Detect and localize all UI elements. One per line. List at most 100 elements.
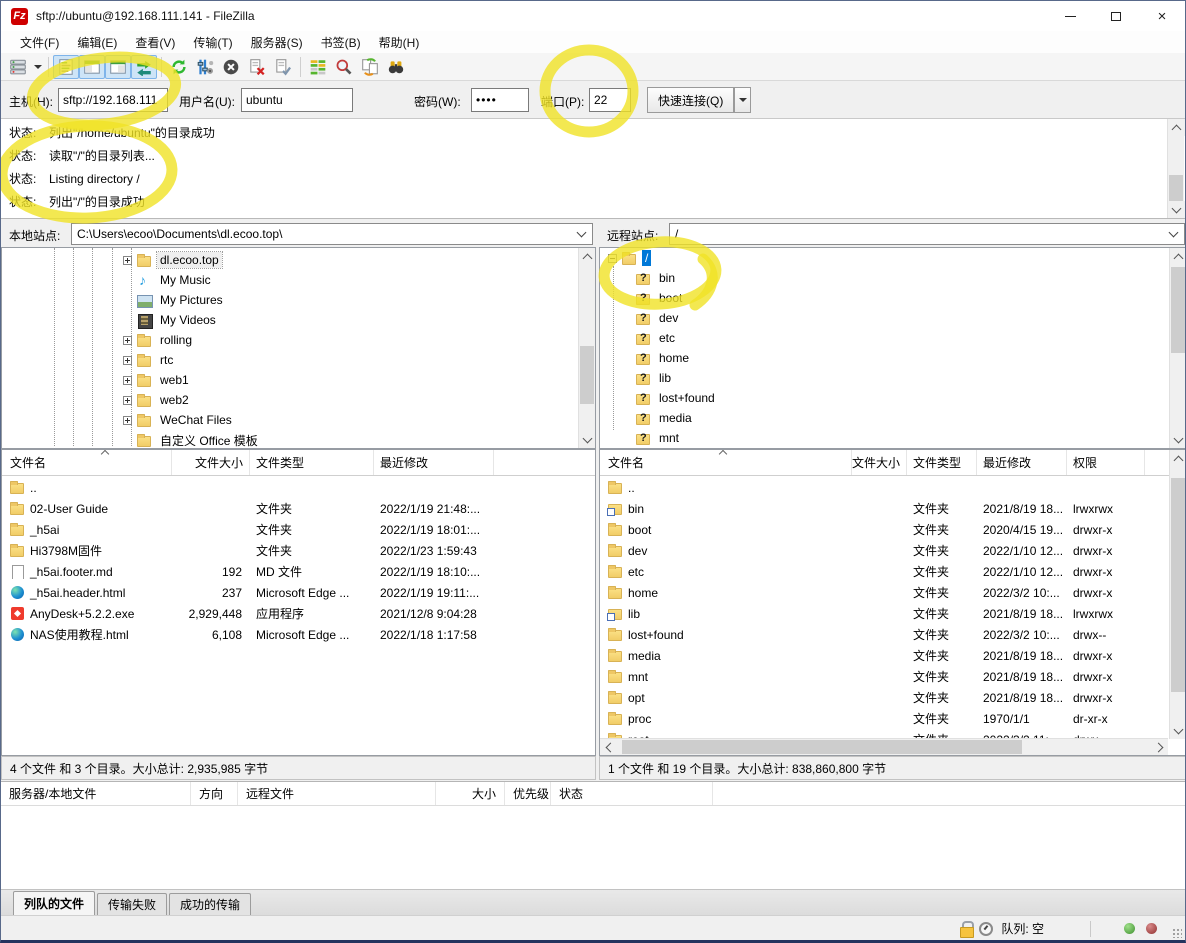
file-row[interactable]: AnyDesk+5.2.2.exe 2,929,448 应用程序 2021/12… [2,603,595,624]
resize-grip[interactable] [1172,928,1182,938]
local-tree-item[interactable]: My Videos [2,310,595,330]
maximize-button[interactable] [1093,1,1139,31]
remote-tree-item[interactable]: media [600,408,1186,428]
column-header-filetype[interactable]: 文件类型 [907,450,977,475]
file-row[interactable]: home 文件夹 2022/3/2 10:... drwxr-x [600,582,1186,603]
port-input[interactable] [589,88,631,112]
local-tree-item[interactable]: web1 [2,370,595,390]
quickconnect-dropdown[interactable] [734,87,751,113]
local-tree-item[interactable]: My Pictures [2,290,595,310]
remote-list-hscrollbar[interactable] [600,738,1168,755]
queue-column-local-file[interactable]: 服务器/本地文件 [1,782,191,805]
tree-expand-icon[interactable] [123,416,132,425]
file-row[interactable]: NAS使用教程.html 6,108 Microsoft Edge ... 20… [2,624,595,645]
menu-item[interactable]: 查看(V) [126,32,184,53]
remote-list-vscrollbar[interactable] [1169,450,1186,739]
file-row[interactable]: _h5ai 文件夹 2022/1/19 18:01:... [2,519,595,540]
column-header-permissions[interactable]: 权限 [1067,450,1145,475]
file-row[interactable]: boot 文件夹 2020/4/15 19... drwxr-x [600,519,1186,540]
file-row[interactable]: opt 文件夹 2021/8/19 18... drwxr-x [600,687,1186,708]
column-header-filetype[interactable]: 文件类型 [250,450,374,475]
speed-limit-icon[interactable] [979,922,993,936]
file-row[interactable]: .. [600,477,1186,498]
local-tree-item[interactable]: web2 [2,390,595,410]
tree-expand-icon[interactable] [123,396,132,405]
queue-tab[interactable]: 传输失败 [97,893,167,915]
tree-collapse-icon[interactable] [608,254,617,263]
remote-tree-item[interactable]: dev [600,308,1186,328]
refresh-button[interactable] [166,55,192,79]
queue-tab[interactable]: 成功的传输 [169,893,251,915]
tree-expand-icon[interactable] [123,356,132,365]
local-tree-item[interactable]: rtc [2,350,595,370]
file-row[interactable]: media 文件夹 2021/8/19 18... drwxr-x [600,645,1186,666]
site-manager-button[interactable] [5,55,31,79]
queue-column-status[interactable]: 状态 [551,782,713,805]
file-row[interactable]: lib 文件夹 2021/8/19 18... lrwxrwx [600,603,1186,624]
reconnect-button[interactable] [270,55,296,79]
remote-tree-item[interactable]: boot [600,288,1186,308]
queue-column-remote-file[interactable]: 远程文件 [238,782,436,805]
queue-column-direction[interactable]: 方向 [191,782,238,805]
directory-comparison-button[interactable] [305,55,331,79]
file-row[interactable]: 02-User Guide 文件夹 2022/1/19 21:48:... [2,498,595,519]
minimize-button[interactable] [1047,1,1093,31]
remote-tree-scrollbar[interactable] [1169,248,1186,448]
file-row[interactable]: dev 文件夹 2022/1/10 12... drwxr-x [600,540,1186,561]
queue-tab[interactable]: 列队的文件 [13,891,95,915]
queue-column-priority[interactable]: 优先级 [505,782,551,805]
queue-column-size[interactable]: 大小 [436,782,505,805]
file-row[interactable]: Hi3798M固件 文件夹 2022/1/23 1:59:43 [2,540,595,561]
file-row[interactable]: lost+found 文件夹 2022/3/2 10:... drwx-- [600,624,1186,645]
file-row[interactable]: etc 文件夹 2022/1/10 12... drwxr-x [600,561,1186,582]
column-header-filename[interactable]: 文件名 [2,450,172,475]
file-row[interactable]: bin 文件夹 2021/8/19 18... lrwxrwx [600,498,1186,519]
menu-item[interactable]: 帮助(H) [370,32,429,53]
column-header-modified[interactable]: 最近修改 [374,450,494,475]
cancel-button[interactable] [218,55,244,79]
tree-expand-icon[interactable] [123,256,132,265]
tree-expand-icon[interactable] [123,336,132,345]
search-button[interactable] [383,55,409,79]
local-tree-item[interactable]: 自定义 Office 模板 [2,430,595,449]
toggle-message-log-button[interactable] [53,55,79,79]
disconnect-button[interactable] [244,55,270,79]
local-tree-item[interactable]: dl.ecoo.top [2,250,595,270]
menu-item[interactable]: 文件(F) [11,32,68,53]
file-row[interactable]: _h5ai.header.html 237 Microsoft Edge ...… [2,582,595,603]
log-scrollbar[interactable] [1167,119,1184,218]
remote-tree-item[interactable]: bin [600,268,1186,288]
local-path-combo[interactable]: C:\Users\ecoo\Documents\dl.ecoo.top\ [71,223,593,245]
menu-item[interactable]: 书签(B) [312,32,370,53]
username-input[interactable] [241,88,353,112]
file-row[interactable]: proc 文件夹 1970/1/1 dr-xr-x [600,708,1186,729]
local-tree-scrollbar[interactable] [578,248,595,448]
host-input[interactable] [58,88,168,112]
close-button[interactable]: × [1139,1,1185,31]
column-header-filesize[interactable]: 文件大小 [172,450,250,475]
menu-item[interactable]: 服务器(S) [242,32,312,53]
file-row[interactable]: mnt 文件夹 2021/8/19 18... drwxr-x [600,666,1186,687]
transfer-settings-button[interactable] [192,55,218,79]
toggle-local-tree-button[interactable] [79,55,105,79]
remote-tree-root[interactable]: / [600,248,1186,268]
toggle-remote-tree-button[interactable] [105,55,131,79]
local-tree-item[interactable]: rolling [2,330,595,350]
local-tree-item[interactable]: WeChat Files [2,410,595,430]
column-header-filesize[interactable]: 文件大小 [852,450,907,475]
toggle-queue-button[interactable] [131,55,157,79]
local-tree-item[interactable]: My Music [2,270,595,290]
remote-tree-item[interactable]: home [600,348,1186,368]
remote-tree-item[interactable]: etc [600,328,1186,348]
menu-item[interactable]: 传输(T) [184,32,241,53]
remote-tree-item[interactable]: lib [600,368,1186,388]
password-input[interactable] [471,88,529,112]
column-header-modified[interactable]: 最近修改 [977,450,1067,475]
find-files-button[interactable] [331,55,357,79]
remote-path-combo[interactable]: / [669,223,1185,245]
remote-tree-item[interactable]: mnt [600,428,1186,448]
synchronized-browsing-button[interactable] [357,55,383,79]
file-row[interactable]: .. [2,477,595,498]
remote-tree-item[interactable]: lost+found [600,388,1186,408]
site-manager-dropdown[interactable] [31,55,44,79]
